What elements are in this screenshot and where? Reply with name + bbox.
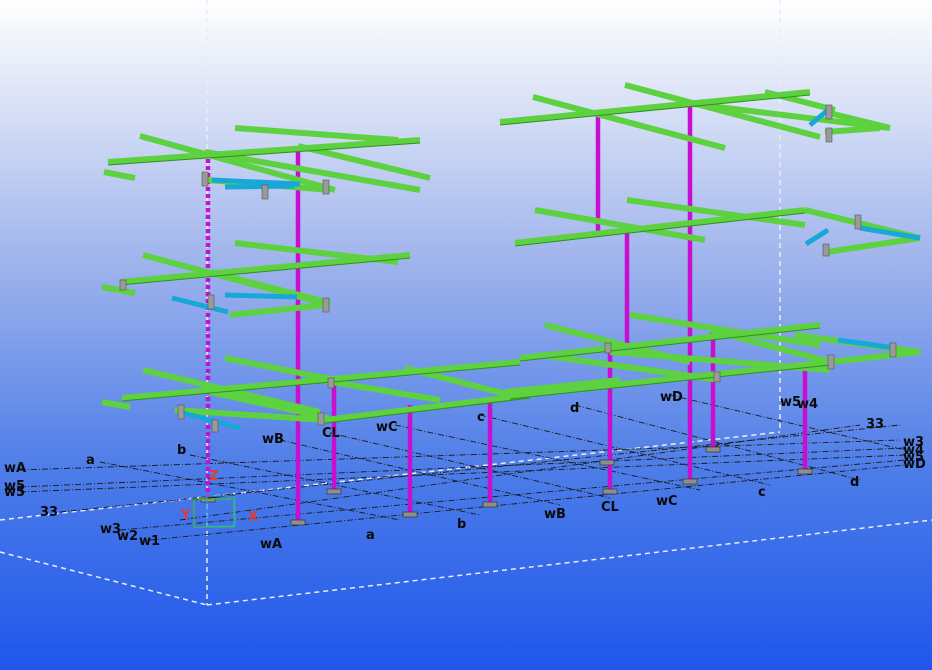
grid-label-wC-bottom: wC <box>656 494 678 509</box>
base-plates <box>200 446 813 526</box>
grid-label-wB-bottom: wB <box>544 507 566 522</box>
axis-z-label: Z <box>209 469 218 484</box>
grid-label-wB-top: wB <box>262 432 284 447</box>
model-viewport[interactable]: Z Y X wA w5 w5 33 w3 w2 w1 a b wB CL wC … <box>0 0 932 670</box>
grid-label-wD-right: wD <box>903 457 926 472</box>
grid-label-wA-bottom: wA <box>260 537 282 552</box>
steel-beams[interactable] <box>101 82 921 423</box>
axis-y-label: Y <box>180 508 191 523</box>
axis-x-label: X <box>248 510 258 525</box>
structure-3d-view[interactable]: Z Y X wA w5 w5 33 w3 w2 w1 a b wB CL wC … <box>0 0 932 670</box>
grid-label-c-bottom: c <box>758 485 766 500</box>
grid-label-b-bottom: b <box>457 517 466 532</box>
grid-label-w4-top: w4 <box>797 397 818 412</box>
grid-label-CL-bottom: CL <box>601 500 619 515</box>
grid-label-wD-top: wD <box>660 390 683 405</box>
grid-label-d-bottom: d <box>850 475 859 490</box>
grid-label-33-left: 33 <box>40 505 58 520</box>
columns[interactable] <box>205 102 808 522</box>
grid-label-w1: w1 <box>139 534 160 549</box>
grid-label-w2: w2 <box>117 529 138 544</box>
grid-label-a-bottom: a <box>366 528 375 543</box>
grid-label-b-top: b <box>177 443 186 458</box>
grid-label-wA-left: wA <box>4 461 26 476</box>
grid-label-CL-top: CL <box>322 426 340 441</box>
grid-label-33-right: 33 <box>866 417 884 432</box>
grid-label-wC-top: wC <box>376 420 398 435</box>
grid-label-a-top: a <box>86 453 95 468</box>
grid-label-c-top: c <box>477 410 485 425</box>
grid-label-w5-left-2: w5 <box>4 485 25 500</box>
grid-label-d-top: d <box>570 401 579 416</box>
